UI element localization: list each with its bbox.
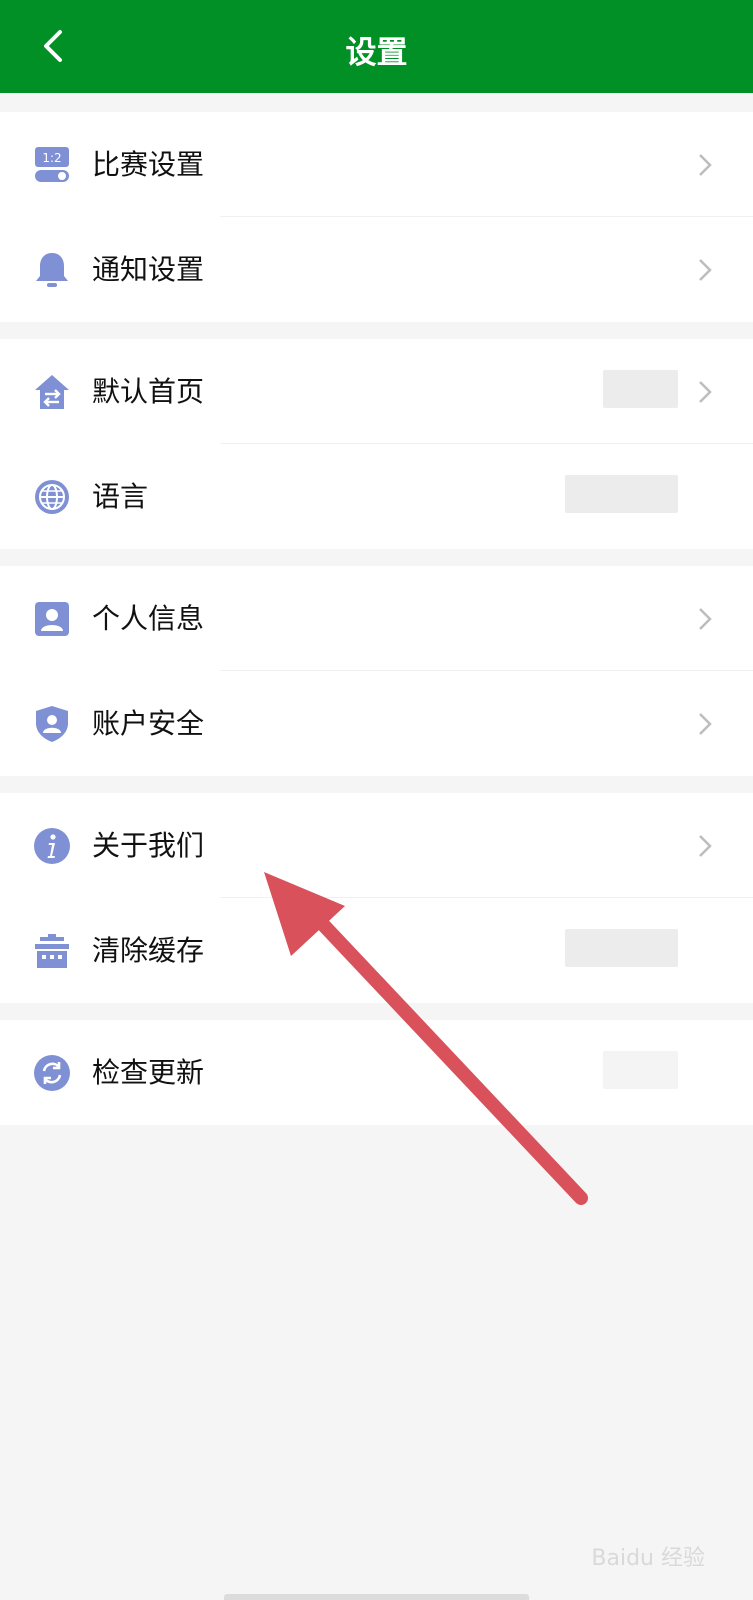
chevron-right-icon xyxy=(699,835,712,857)
settings-item-about-us[interactable]: 关于我们 xyxy=(0,793,753,898)
svg-text:1:2: 1:2 xyxy=(42,151,61,165)
blurred-value xyxy=(603,370,678,408)
chevron-right-icon xyxy=(699,713,712,735)
user-card-icon xyxy=(35,602,69,636)
chevron-right-icon xyxy=(699,154,712,176)
info-icon xyxy=(34,828,70,864)
shield-user-icon xyxy=(36,706,68,742)
top-app-bar: 设置 xyxy=(0,0,753,93)
settings-item-language[interactable]: 语言 xyxy=(0,444,753,549)
chevron-right-icon xyxy=(699,381,712,403)
watermark: Baidu 经验 xyxy=(591,1546,705,1571)
bell-icon xyxy=(36,253,68,287)
match-settings-icon: 1:2 xyxy=(35,147,69,182)
blurred-value xyxy=(565,475,678,513)
settings-item-default-home[interactable]: 默认首页 xyxy=(0,339,753,444)
settings-group-account: 个人信息 账户安全 xyxy=(0,566,753,776)
settings-item-check-update[interactable]: 检查更新 xyxy=(0,1020,753,1125)
blurred-value xyxy=(565,929,678,967)
settings-group-app: 关于我们 清除缓存 xyxy=(0,793,753,1003)
settings-item-label: 通知设置 xyxy=(92,253,205,286)
settings-item-label: 比赛设置 xyxy=(92,148,205,181)
settings-group-general: 默认首页 语言 xyxy=(0,339,753,549)
home-switch-icon xyxy=(35,375,69,409)
globe-icon xyxy=(35,480,69,514)
settings-group-match: 1:2 比赛设置 通知设置 xyxy=(0,112,753,322)
settings-item-label: 账户安全 xyxy=(92,707,205,740)
settings-item-personal-info[interactable]: 个人信息 xyxy=(0,566,753,671)
settings-item-label: 检查更新 xyxy=(92,1056,205,1089)
home-indicator[interactable] xyxy=(224,1594,529,1600)
chevron-right-icon xyxy=(699,259,712,281)
settings-item-match[interactable]: 1:2 比赛设置 xyxy=(0,112,753,217)
settings-item-notification[interactable]: 通知设置 xyxy=(0,217,753,322)
chevron-right-icon xyxy=(699,608,712,630)
refresh-icon xyxy=(34,1055,70,1091)
settings-item-label: 语言 xyxy=(92,480,149,513)
settings-item-clear-cache[interactable]: 清除缓存 xyxy=(0,898,753,1003)
settings-item-account-security[interactable]: 账户安全 xyxy=(0,671,753,776)
page-title: 设置 xyxy=(345,35,408,71)
blurred-value xyxy=(603,1051,678,1089)
settings-item-label: 个人信息 xyxy=(92,602,205,635)
settings-group-update: 检查更新 xyxy=(0,1020,753,1125)
settings-item-label: 默认首页 xyxy=(92,375,205,408)
settings-item-label: 清除缓存 xyxy=(92,934,205,967)
basket-icon xyxy=(35,934,69,968)
settings-item-label: 关于我们 xyxy=(92,829,205,862)
